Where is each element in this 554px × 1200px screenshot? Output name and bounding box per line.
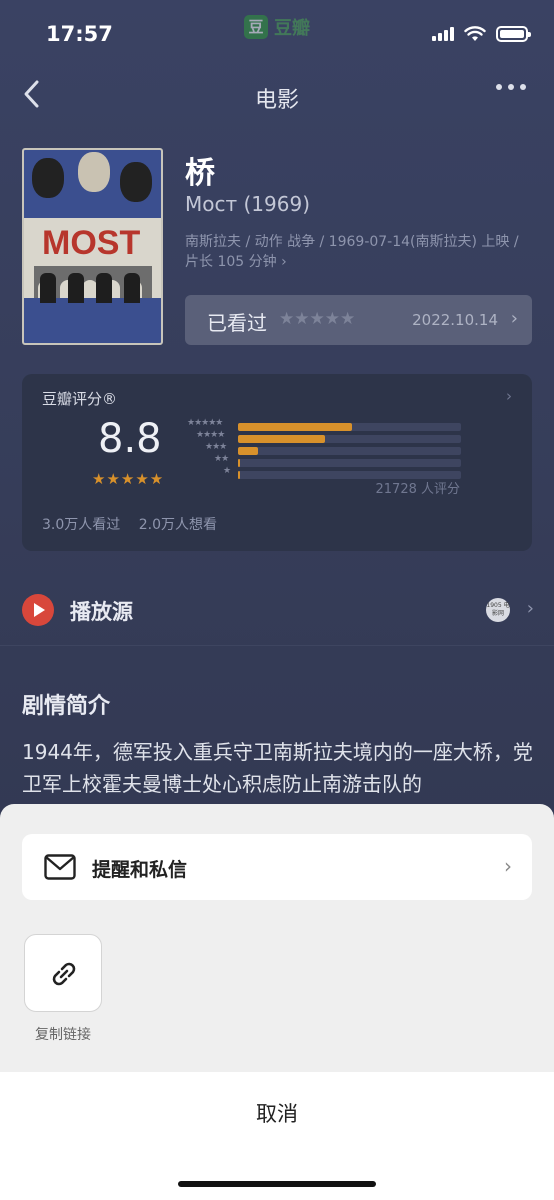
home-indicator[interactable] <box>178 1181 376 1187</box>
copy-link-option[interactable]: 复制链接 <box>24 934 104 1044</box>
cancel-label: 取消 <box>256 1102 298 1126</box>
remind-and-message-row[interactable]: 提醒和私信 › <box>22 834 532 900</box>
envelope-icon <box>44 854 76 880</box>
remind-and-message-label: 提醒和私信 <box>92 859 188 881</box>
share-sheet: 提醒和私信 › 复制链接 取消 <box>0 804 554 1200</box>
chevron-right-icon: › <box>504 854 512 878</box>
link-icon <box>52 962 76 986</box>
copy-link-label: 复制链接 <box>35 1027 91 1043</box>
copy-link-button[interactable] <box>24 934 102 1012</box>
